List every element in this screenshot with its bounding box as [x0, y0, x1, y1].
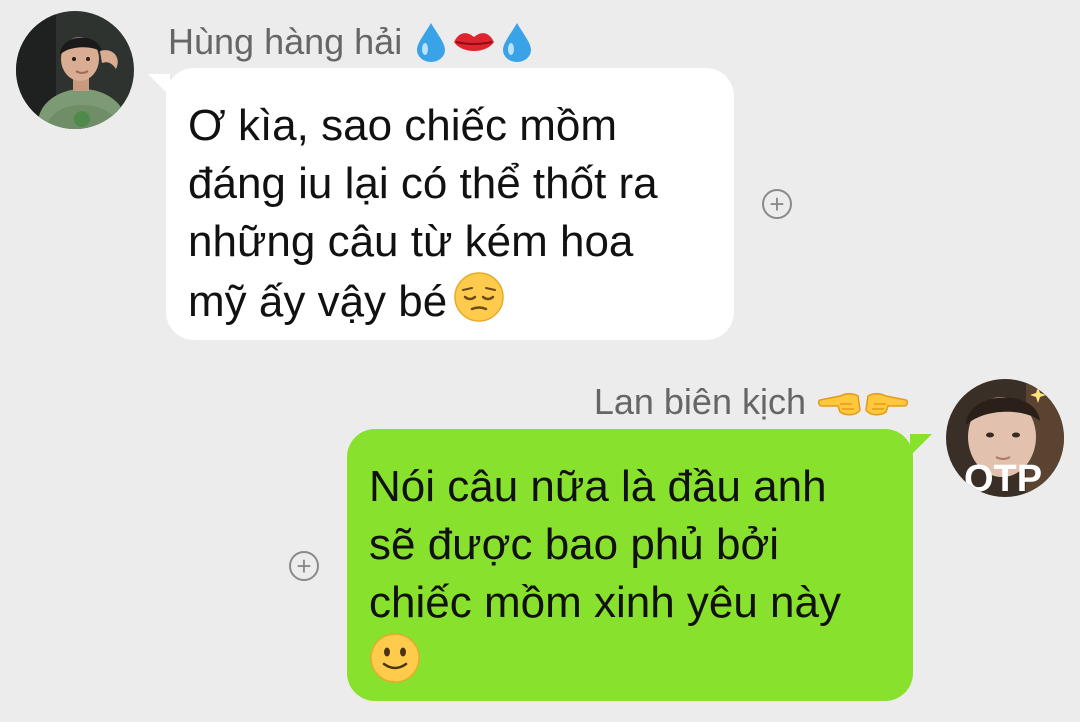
avatar[interactable] [16, 11, 134, 129]
backhand-index-pointing-left-emoji [818, 392, 861, 416]
chat-thread: Hùng hàng hải Ơ kìa, sao chiếc mồm đáng … [0, 0, 1080, 722]
message-line-emoji [369, 632, 889, 699]
message-line: sẽ được bao phủ bởi [369, 520, 780, 569]
message-bubble-received[interactable]: Ơ kìa, sao chiếc mồm đáng iu lại có thể … [166, 68, 734, 340]
message-line: Nói câu nữa là đầu anh [369, 462, 827, 511]
sender-emojis [818, 384, 908, 420]
sender-label: Lan biên kịch [593, 381, 806, 422]
message-line-last: mỹ ấy vậy bé [188, 271, 710, 338]
avatar[interactable]: OTP [946, 379, 1064, 497]
droplet-emoji [503, 23, 532, 62]
droplet-emoji [417, 23, 446, 62]
bubble-tail [910, 434, 932, 456]
message-line: chiếc mồm xinh yêu này [369, 578, 841, 627]
add-reaction-button[interactable]: + [289, 551, 319, 581]
message-line: Ơ kìa, sao chiếc mồm [188, 101, 617, 150]
message-bubble-sent[interactable]: Nói câu nữa là đầu anh sẽ được bao phủ b… [347, 429, 913, 701]
sender-name: Lan biên kịch [594, 378, 908, 426]
message-line: những câu từ kém hoa [188, 217, 634, 266]
lips-emoji [454, 33, 495, 51]
slightly-smiling-face-emoji [369, 632, 421, 699]
sender-label: Hùng hàng hải [168, 21, 403, 62]
sender-emojis [414, 21, 534, 63]
pensive-face-emoji [453, 271, 505, 338]
add-reaction-button[interactable]: + [762, 189, 792, 219]
message-line-text: mỹ ấy vậy bé [188, 277, 448, 327]
sender-name: Hùng hàng hải [168, 18, 534, 66]
message-line: đáng iu lại có thể thốt ra [188, 159, 658, 208]
avatar-overlay-text: OTP [964, 458, 1042, 497]
backhand-index-pointing-right-emoji [865, 392, 908, 416]
